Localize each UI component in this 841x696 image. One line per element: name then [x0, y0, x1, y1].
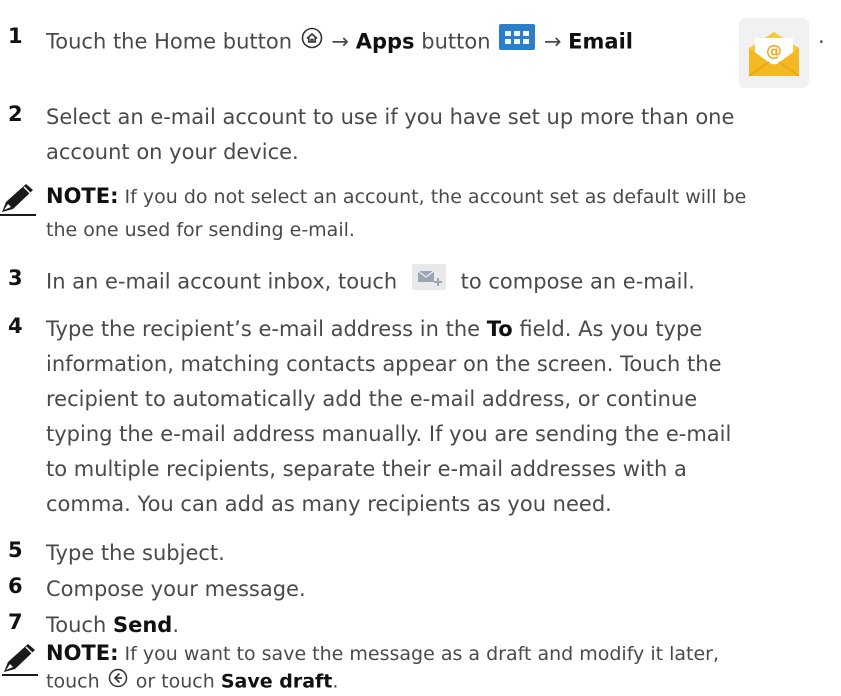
period: .: [332, 670, 339, 693]
note-label: NOTE:: [46, 184, 119, 208]
step-text: Type the subject.: [46, 541, 225, 565]
save-draft-label: Save draft: [220, 670, 333, 693]
note-text: NOTE: If you want to save the message as…: [46, 640, 815, 696]
apps-grid-icon: [499, 24, 536, 61]
step-text: Select an e-mail account to use if you h…: [46, 100, 831, 170]
step-text: Type the recipient’s e-mail address in t…: [46, 312, 831, 522]
step-line: recipient to automatically add the e-mai…: [46, 387, 698, 411]
step-number: 2: [8, 102, 23, 126]
step-line: account on your device.: [46, 140, 299, 164]
step-3: 3 In an e-mail account inbox, touch to c…: [0, 264, 841, 304]
svg-text:@: @: [766, 41, 782, 60]
step-text: In an e-mail account inbox, touch to com…: [46, 264, 831, 301]
step-line: to multiple recipients, separate their e…: [46, 457, 687, 481]
step-number: 7: [8, 610, 23, 634]
note-line: touch or touch Save draft.: [46, 668, 815, 696]
send-label: Send: [112, 613, 173, 637]
step-4-pre: Type the recipient’s e-mail address in t…: [46, 317, 481, 341]
period: .: [818, 24, 825, 48]
compose-email-icon: [411, 264, 446, 301]
step-2: 2 Select an e-mail account to use if you…: [0, 100, 841, 172]
note-line-1: If you do not select an account, the acc…: [124, 186, 747, 208]
step-number: 3: [8, 266, 23, 290]
step-line: Select an e-mail account to use if you h…: [46, 105, 735, 129]
step-4: 4 Type the recipient’s e-mail address in…: [0, 312, 841, 528]
step-number: 4: [8, 314, 23, 338]
note-label: NOTE:: [46, 641, 119, 665]
step-7-pre: Touch: [46, 613, 107, 637]
note-pen-icon: [0, 182, 40, 216]
step-4-post: field. As you type: [519, 317, 703, 341]
back-icon: [108, 668, 128, 696]
step-text: Touch the Home button → Apps button → Em…: [46, 24, 831, 61]
note-pen-icon: [2, 642, 42, 676]
arrow: →: [543, 29, 562, 54]
step-7: 7 Touch Send.: [0, 608, 841, 644]
step-text: Compose your message.: [46, 577, 306, 601]
step-3-pre: In an e-mail account inbox, touch: [46, 269, 398, 294]
step-3-post: to compose an e-mail.: [460, 269, 695, 294]
note-text: NOTE: If you do not select an account, t…: [46, 180, 815, 247]
note-2: NOTE: If you want to save the message as…: [0, 640, 841, 695]
step-number: 1: [8, 24, 23, 48]
note-2-touch: touch: [46, 670, 100, 693]
step-number: 6: [8, 574, 23, 598]
note-line: NOTE: If you want to save the message as…: [46, 640, 815, 668]
note-line-2: the one used for sending e-mail.: [46, 219, 355, 241]
email-app-icon: @: [739, 18, 809, 88]
step-6: 6 Compose your message.: [0, 572, 841, 608]
step-line: information, matching contacts appear on…: [46, 352, 722, 376]
step-1-pre: Touch the Home button: [46, 29, 293, 54]
step-1: 1 Touch the Home button → Apps button → …: [0, 18, 841, 88]
button-word: button: [421, 29, 491, 54]
to-field-label: To: [486, 317, 513, 341]
note-2-or-touch: or touch: [135, 670, 215, 693]
step-number: 5: [8, 538, 23, 562]
step-5: 5 Type the subject.: [0, 536, 841, 572]
step-line: typing the e-mail address manually. If y…: [46, 422, 732, 446]
step-line: Type the recipient’s e-mail address in t…: [46, 312, 831, 347]
home-icon: [301, 25, 323, 60]
arrow: →: [331, 29, 350, 54]
email-label: Email: [568, 29, 633, 54]
step-line: comma. You can add as many recipients as…: [46, 492, 612, 516]
step-text: Touch Send.: [46, 608, 831, 643]
period: .: [172, 613, 180, 637]
note-line: NOTE: If you do not select an account, t…: [46, 180, 815, 214]
apps-label: Apps: [355, 29, 415, 54]
note-1: NOTE: If you do not select an account, t…: [0, 180, 841, 250]
note-line-1: If you want to save the message as a dra…: [124, 643, 720, 665]
